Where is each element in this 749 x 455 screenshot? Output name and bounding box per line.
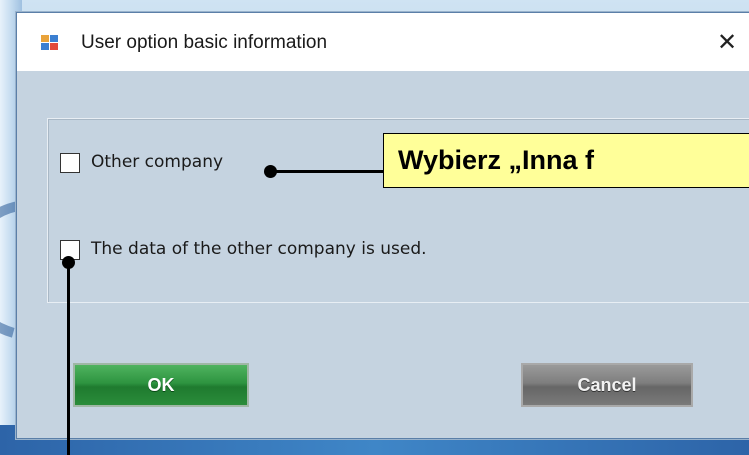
ok-button[interactable]: OK [73, 363, 249, 407]
use-other-company-data-label[interactable]: The data of the other company is used. [91, 239, 427, 259]
user-option-dialog: User option basic information ✕ Other co… [16, 12, 749, 439]
dialog-title: User option basic information [81, 32, 328, 53]
annotation-leader-line-2 [67, 262, 70, 455]
close-icon[interactable]: ✕ [707, 25, 747, 59]
title-bar[interactable]: User option basic information ✕ [17, 13, 749, 71]
annotation-leader-line [270, 170, 383, 173]
annotation-callout: Wybierz „Inna f [383, 133, 749, 188]
app-window-icon [41, 35, 59, 51]
other-company-checkbox[interactable] [60, 153, 80, 173]
other-company-label[interactable]: Other company [91, 152, 223, 172]
cancel-button[interactable]: Cancel [521, 363, 693, 407]
